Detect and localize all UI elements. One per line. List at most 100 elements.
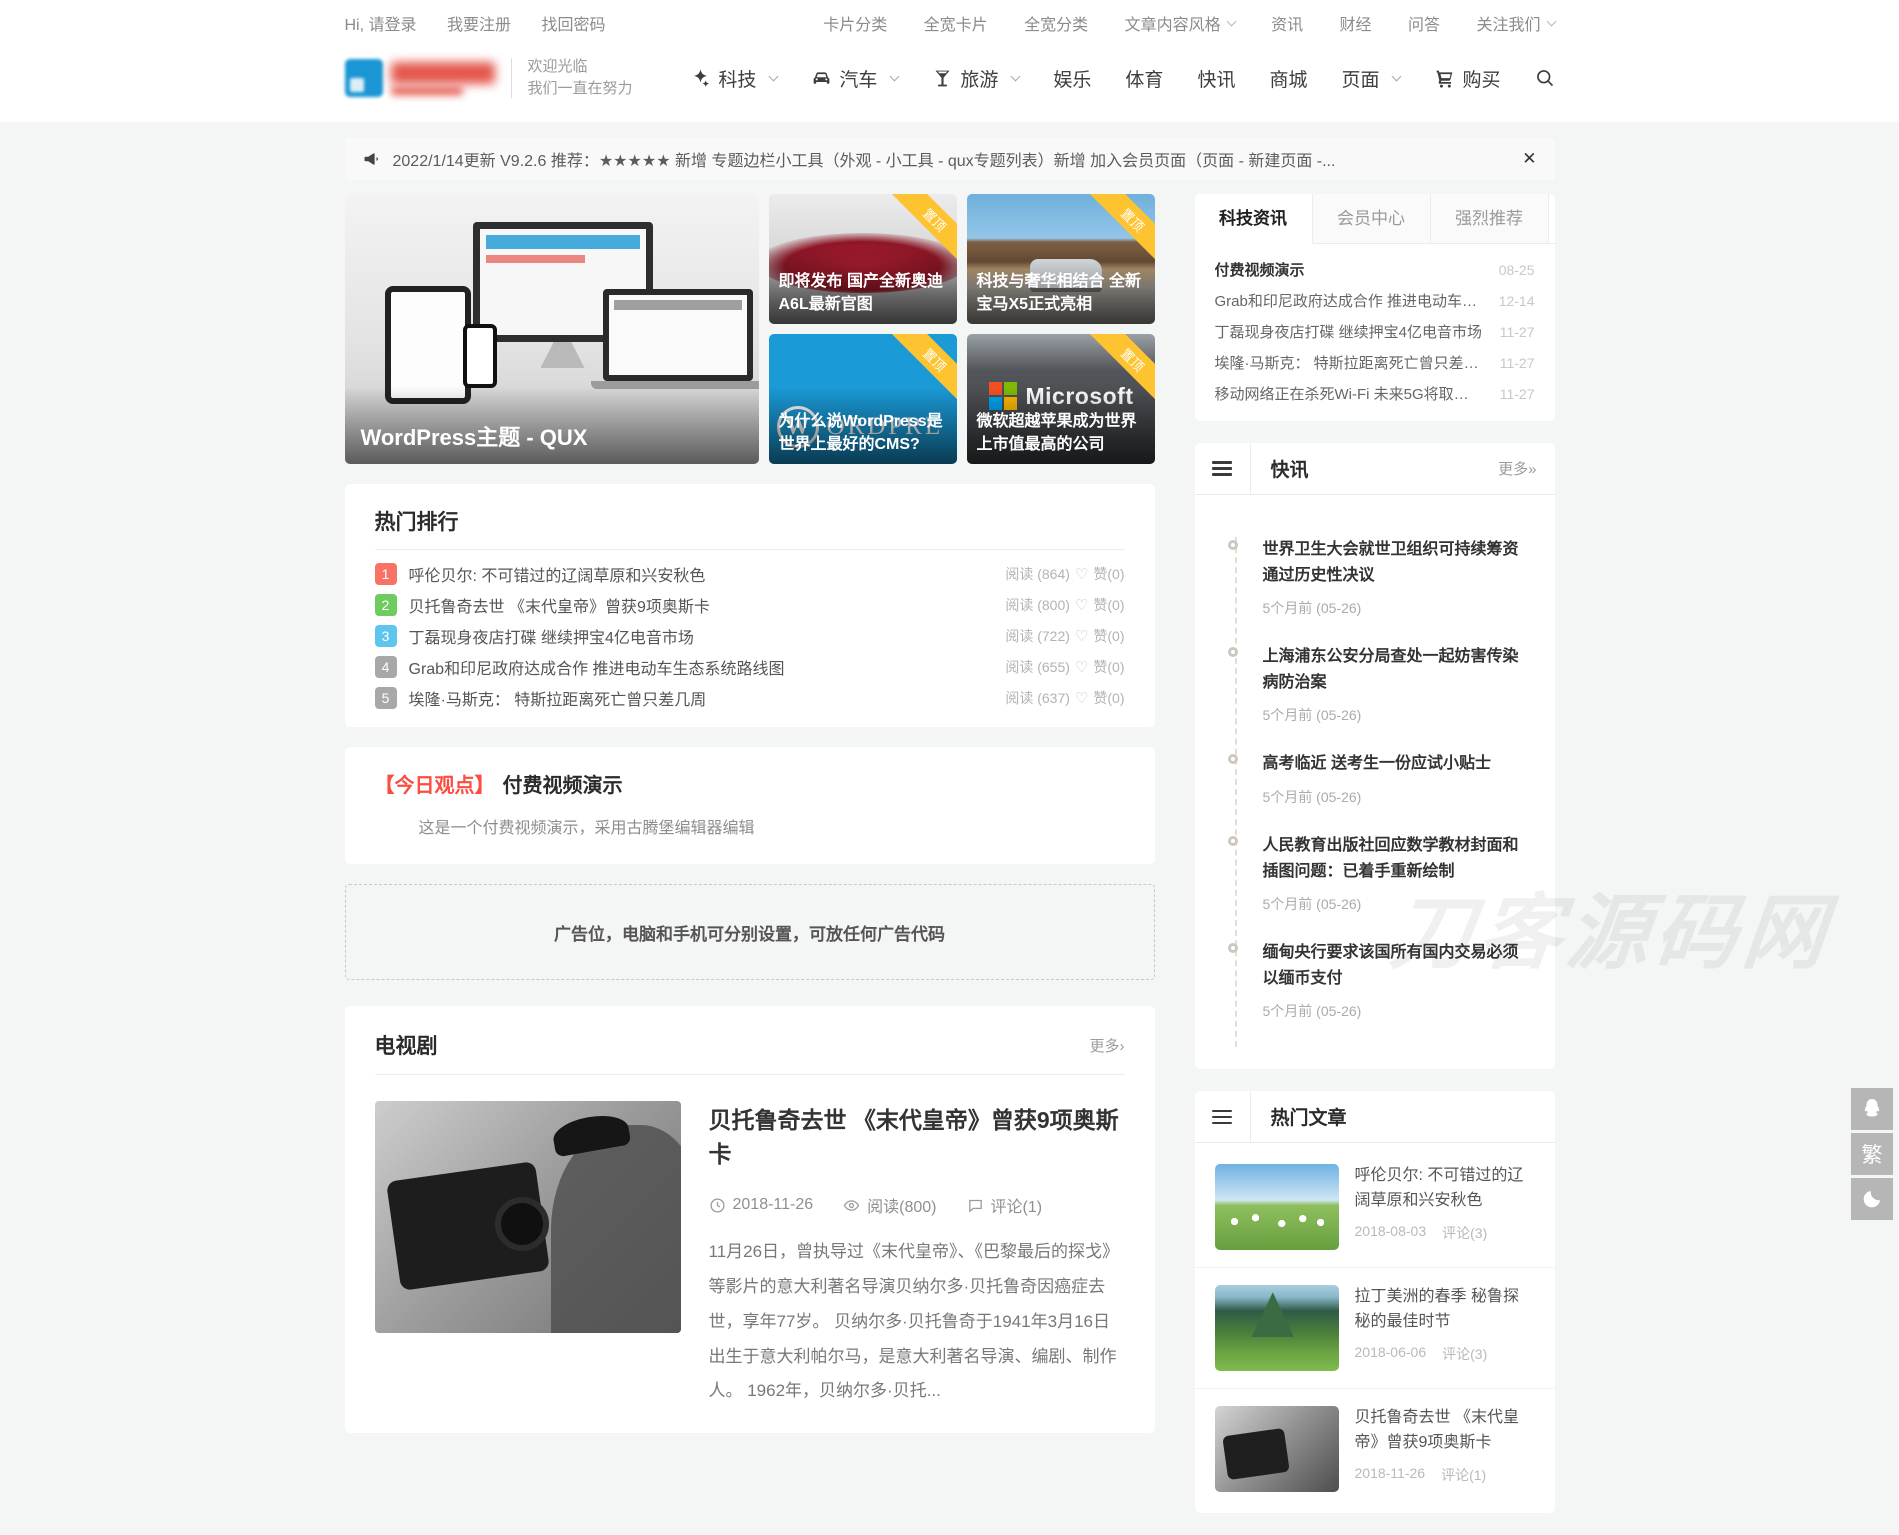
rank-row: 1 呼伦贝尔: 不可错过的辽阔草原和兴安秋色 阅读 (864)♡赞(0) (375, 558, 1125, 589)
topbar-item-follow-us[interactable]: 关注我们 (1476, 11, 1554, 35)
tv-article-image[interactable] (375, 1101, 681, 1333)
phone-graphic (463, 324, 497, 388)
rank-row: 3 丁磊现身夜店打碟 继续押宝4亿电音市场 阅读 (722)♡赞(0) (375, 620, 1125, 651)
comment-icon (967, 1197, 984, 1214)
featured-main-slide[interactable]: WordPress主题 - QUX (345, 194, 759, 464)
flash-item: 缅甸央行要求该国所有国内交易必须以缅币支付 5个月前 (05-26) (1237, 940, 1535, 1047)
tv-article-excerpt: 11月26日，曾执导过《末代皇帝》、《巴黎最后的探戈》等影片的意大利著名导演贝纳… (709, 1235, 1125, 1409)
tv-section-title: 电视剧 (375, 1030, 438, 1060)
announcement-text[interactable]: 2022/1/14更新 V9.2.6 推荐：★★★★★ 新增 专题边栏小工具（外… (393, 147, 1507, 171)
spark-icon (690, 68, 711, 89)
like-icon: ♡ (1075, 658, 1088, 676)
nav-item-flash-news[interactable]: 快讯 (1197, 65, 1235, 92)
nav-item-tech[interactable]: 科技 (690, 65, 777, 92)
tab-article-link[interactable]: 丁磊现身夜店打碟 继续押宝4亿电音市场 (1215, 321, 1483, 342)
timeline-dot-icon (1228, 540, 1238, 550)
rank-row: 5 埃隆·马斯克： 特斯拉距离死亡曾只差几周 阅读 (637)♡赞(0) (375, 682, 1125, 713)
featured-card-wordpress[interactable]: W ORDPRE 置顶 为什么说WordPress是世界上最好的CMS? (769, 334, 957, 464)
rank-article-link[interactable]: 丁磊现身夜店打碟 继续押宝4亿电音市场 (409, 624, 694, 648)
site-header: 欢迎光临 我们一直在努力 科技 汽车 旅游 娱乐 体育 快讯 商城 页面 (0, 46, 1899, 122)
tab-list-item: Grab和印尼政府达成合作 推进电动车生态系统路线图 12-14 (1215, 285, 1535, 316)
featured-card-bmw[interactable]: 置顶 科技与奢华相结合 全新宝马X5正式亮相 (967, 194, 1155, 324)
topbar-item-fullwidth-card[interactable]: 全宽卡片 (924, 11, 988, 35)
flash-article-link[interactable]: 缅甸央行要求该国所有国内交易必须以缅币支付 (1263, 944, 1519, 987)
hot-article-thumbnail[interactable] (1215, 1406, 1339, 1492)
tv-section-card: 电视剧 更多› 贝托鲁奇去世 《末代皇帝》曾获9项奥斯卡 (345, 1006, 1155, 1433)
tab-article-link[interactable]: 埃隆·马斯克： 特斯拉距离死亡曾只差几周 (1215, 352, 1483, 373)
announcement-close-button[interactable]: ✕ (1522, 149, 1536, 169)
topbar-item-card-category[interactable]: 卡片分类 (823, 11, 887, 35)
qq-contact-button[interactable] (1851, 1088, 1893, 1130)
ad-placeholder: 广告位，电脑和手机可分别设置，可放任何广告代码 (345, 884, 1155, 980)
hamburger-icon (1212, 1106, 1232, 1128)
eye-icon (843, 1197, 860, 1214)
hot-article-item: 贝托鲁奇去世 《末代皇帝》曾获9项奥斯卡 2018-11-26评论(1) (1195, 1389, 1555, 1509)
flash-article-link[interactable]: 世界卫生大会就世卫组织可持续筹资通过历史性决议 (1263, 541, 1519, 584)
hot-article-link[interactable]: 贝托鲁奇去世 《末代皇帝》曾获9项奥斯卡 (1355, 1409, 1519, 1451)
flash-article-link[interactable]: 高考临近 送考生一份应试小贴士 (1263, 755, 1491, 772)
tab-article-link[interactable]: 付费视频演示 (1215, 259, 1305, 280)
hot-ranking-card: 热门排行 1 呼伦贝尔: 不可错过的辽阔草原和兴安秋色 阅读 (864)♡赞(0… (345, 484, 1155, 727)
login-link[interactable]: Hi, 请登录 (345, 17, 417, 34)
flash-item: 高考临近 送考生一份应试小贴士 5个月前 (05-26) (1237, 751, 1535, 833)
register-link[interactable]: 我要注册 (447, 17, 511, 34)
nav-item-pages[interactable]: 页面 (1341, 65, 1400, 92)
dark-mode-toggle[interactable] (1851, 1178, 1893, 1220)
site-logo[interactable]: 欢迎光临 我们一直在努力 (345, 56, 633, 100)
like-icon: ♡ (1075, 627, 1088, 645)
search-button[interactable] (1535, 68, 1555, 88)
tv-article: 贝托鲁奇去世 《末代皇帝》曾获9项奥斯卡 2018-11-26 阅读(800) … (375, 1075, 1125, 1409)
hot-article-thumbnail[interactable] (1215, 1164, 1339, 1250)
like-icon: ♡ (1075, 565, 1088, 583)
rank-article-link[interactable]: 埃隆·马斯克： 特斯拉距离死亡曾只差几周 (409, 686, 707, 710)
rank-row: 4 Grab和印尼政府达成合作 推进电动车生态系统路线图 阅读 (655)♡赞(… (375, 651, 1125, 682)
featured-card-microsoft[interactable]: Microsoft 置顶 微软超越苹果成为世界上市值最高的公司 (967, 334, 1155, 464)
news-flash-title: 快讯 (1271, 455, 1309, 482)
hot-article-item: 呼伦贝尔: 不可错过的辽阔草原和兴安秋色 2018-08-03评论(3) (1195, 1147, 1555, 1268)
rank-article-link[interactable]: 呼伦贝尔: 不可错过的辽阔草原和兴安秋色 (409, 562, 706, 586)
featured-card-grid: 置顶 即将发布 国产全新奥迪A6L最新官图 置顶 科技与奢华相结合 全新宝马X5… (769, 194, 1155, 464)
tab-member-center[interactable]: 会员中心 (1313, 194, 1431, 244)
flash-item: 人民教育出版社回应数学教材封面和插图问题：已着手重新绘制 5个月前 (05-26… (1237, 833, 1535, 940)
topbar-item-finance[interactable]: 财经 (1340, 11, 1372, 35)
nav-item-shop[interactable]: 商城 (1269, 65, 1307, 92)
nav-item-buy[interactable]: 购买 (1434, 65, 1500, 92)
tab-article-link[interactable]: 移动网络正在杀死Wi-Fi 未来5G将取代宽带? (1215, 383, 1483, 404)
featured-card-audi[interactable]: 置顶 即将发布 国产全新奥迪A6L最新官图 (769, 194, 957, 324)
tab-strong-recommend[interactable]: 强烈推荐 (1431, 194, 1549, 244)
news-flash-more-link[interactable]: 更多» (1498, 458, 1536, 479)
flash-article-link[interactable]: 上海浦东公安分局查处一起妨害传染病防治案 (1263, 648, 1519, 691)
sidebar-tabbed-widget: 科技资讯 会员中心 强烈推荐 付费视频演示 08-25 Grab和印尼政府达成合… (1195, 194, 1555, 421)
topbar-item-article-style[interactable]: 文章内容风格 (1125, 11, 1235, 35)
today-view-title[interactable]: 付费视频演示 (503, 775, 623, 797)
tv-more-link[interactable]: 更多› (1090, 1035, 1125, 1056)
tv-article-title[interactable]: 贝托鲁奇去世 《末代皇帝》曾获9项奥斯卡 (709, 1107, 1119, 1167)
sidebar-tabs: 科技资讯 会员中心 强烈推荐 (1195, 194, 1555, 244)
tab-article-link[interactable]: Grab和印尼政府达成合作 推进电动车生态系统路线图 (1215, 290, 1483, 311)
hot-article-link[interactable]: 拉丁美洲的春季 秘鲁探秘的最佳时节 (1355, 1288, 1519, 1330)
chevron-down-icon (1546, 16, 1556, 26)
nav-item-travel[interactable]: 旅游 (932, 65, 1019, 92)
nav-item-entertainment[interactable]: 娱乐 (1053, 65, 1091, 92)
rank-article-link[interactable]: 贝托鲁奇去世 《末代皇帝》曾获9项奥斯卡 (409, 593, 710, 617)
tab-tech-news[interactable]: 科技资讯 (1195, 194, 1313, 244)
qq-penguin-icon (1860, 1097, 1884, 1121)
hot-article-thumbnail[interactable] (1215, 1285, 1339, 1371)
flash-item: 上海浦东公安分局查处一起妨害传染病防治案 5个月前 (05-26) (1237, 644, 1535, 751)
forgot-password-link[interactable]: 找回密码 (541, 17, 605, 34)
chevron-down-icon (1226, 16, 1236, 26)
hot-article-link[interactable]: 呼伦贝尔: 不可错过的辽阔草原和兴安秋色 (1355, 1167, 1524, 1209)
topbar-account-links: Hi, 请登录 我要注册 找回密码 (345, 11, 632, 35)
topbar-item-fullwidth-category[interactable]: 全宽分类 (1024, 11, 1088, 35)
rank-badge: 1 (375, 563, 397, 585)
chevron-down-icon (1011, 71, 1021, 81)
flash-article-link[interactable]: 人民教育出版社回应数学教材封面和插图问题：已着手重新绘制 (1263, 837, 1519, 880)
traditional-chinese-toggle[interactable]: 繁 (1851, 1133, 1893, 1175)
rank-article-link[interactable]: Grab和印尼政府达成合作 推进电动车生态系统路线图 (409, 655, 785, 679)
nav-item-car[interactable]: 汽车 (811, 65, 898, 92)
nav-item-sports[interactable]: 体育 (1125, 65, 1163, 92)
topbar-item-news[interactable]: 资讯 (1271, 11, 1303, 35)
topbar-item-qa[interactable]: 问答 (1408, 11, 1440, 35)
chevron-down-icon (769, 71, 779, 81)
tab-list-item: 丁磊现身夜店打碟 继续押宝4亿电音市场 11-27 (1215, 316, 1535, 347)
